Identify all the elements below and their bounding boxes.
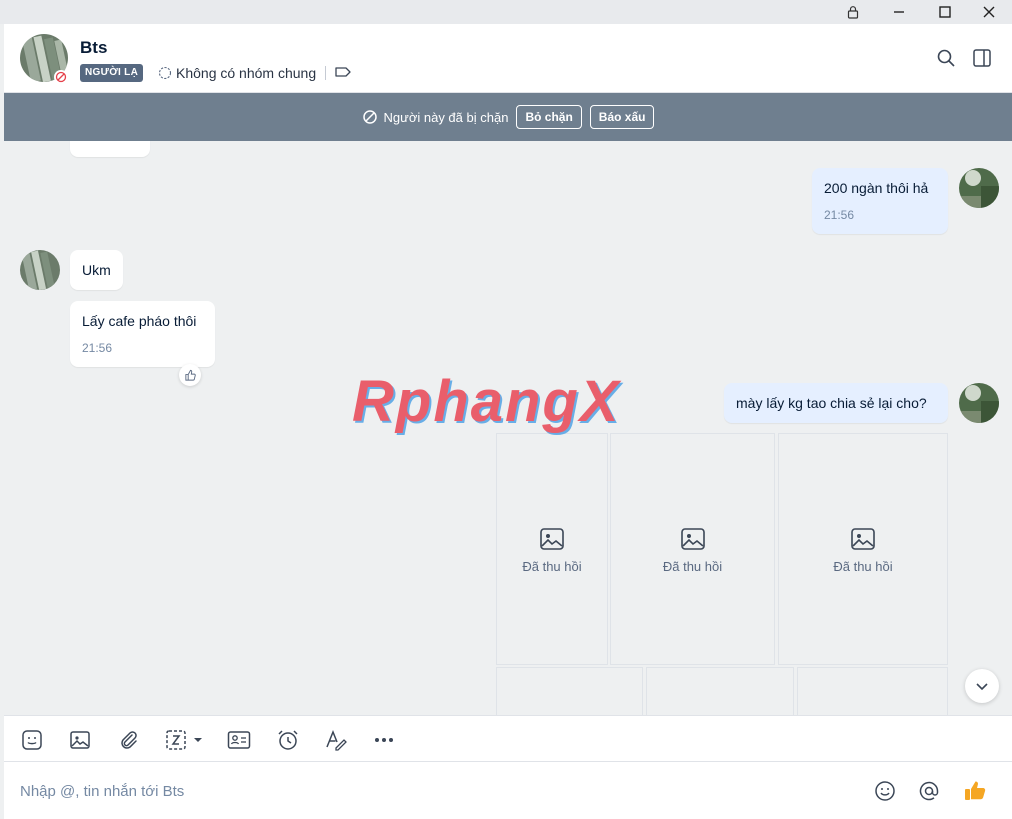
recalled-label: Đã thu hồi — [522, 558, 582, 574]
group-circle-icon — [158, 66, 172, 80]
message-text: 200 ngàn thôi hả — [824, 180, 929, 196]
report-button[interactable]: Báo xấu — [589, 105, 655, 129]
window-titlebar — [0, 0, 1012, 24]
stranger-badge: NGƯỜI LẠ — [80, 64, 144, 82]
common-groups-label: Không có nhóm chung — [176, 65, 317, 81]
text-format-icon[interactable] — [323, 727, 349, 753]
message-bubble-outgoing[interactable]: 200 ngàn thôi hả 21:56 — [812, 168, 948, 234]
chevron-down-icon — [976, 683, 988, 691]
recalled-label: Đã thu hồi — [833, 558, 893, 574]
image-icon — [540, 527, 564, 550]
maximize-icon[interactable] — [922, 0, 968, 24]
recalled-image[interactable] — [496, 667, 643, 715]
message-bubble-partial[interactable] — [70, 141, 150, 157]
composer-toolbar — [4, 715, 1012, 762]
blocked-status-icon — [54, 70, 68, 84]
conversation-header: Bts NGƯỜI LẠ Không có nhóm chung — [4, 24, 1012, 93]
blocked-notice: Người này đã bị chặn — [362, 109, 509, 125]
message-bubble-incoming[interactable]: Ukm — [70, 250, 123, 290]
sticker-icon[interactable] — [19, 727, 45, 753]
close-icon[interactable] — [966, 0, 1012, 24]
reminder-icon[interactable] — [275, 727, 301, 753]
message-bubble-outgoing[interactable]: mày lấy kg tao chia sẻ lại cho? — [724, 383, 948, 423]
like-icon — [184, 369, 196, 381]
message-time: 21:56 — [824, 208, 855, 222]
watermark-logo: RphangX — [352, 369, 621, 434]
header-divider — [325, 66, 326, 80]
my-avatar[interactable] — [959, 383, 999, 423]
search-icon[interactable] — [934, 46, 958, 70]
message-time: 21:56 — [82, 341, 113, 355]
contact-card-icon[interactable] — [226, 727, 252, 753]
message-composer — [4, 762, 1012, 819]
contact-avatar-small[interactable] — [20, 250, 60, 290]
thumbs-up-icon[interactable] — [962, 778, 988, 804]
contact-name[interactable]: Bts — [80, 38, 107, 58]
image-icon — [851, 527, 875, 550]
image-icon — [680, 527, 705, 550]
message-text: Ukm — [82, 262, 111, 278]
blocked-notice-text: Người này đã bị chặn — [383, 109, 509, 125]
recalled-image[interactable]: Đã thu hồi — [778, 433, 948, 665]
message-text: mày lấy kg tao chia sẻ lại cho? — [736, 395, 927, 411]
recalled-image[interactable]: Đã thu hồi — [496, 433, 608, 665]
recalled-image[interactable] — [797, 667, 948, 715]
image-icon[interactable] — [67, 727, 93, 753]
mention-icon[interactable] — [916, 778, 942, 804]
blocked-notice-bar: Người này đã bị chặn Bỏ chặn Báo xấu — [4, 93, 1012, 141]
more-icon[interactable] — [371, 727, 397, 753]
screenshot-icon[interactable] — [163, 727, 207, 753]
attachment-icon[interactable] — [115, 727, 141, 753]
message-input[interactable] — [20, 780, 820, 802]
minimize-icon[interactable] — [876, 0, 922, 24]
recalled-image[interactable] — [646, 667, 794, 715]
reaction-like-button[interactable] — [179, 364, 201, 386]
recalled-image[interactable]: Đã thu hồi — [610, 433, 775, 665]
block-icon — [362, 110, 377, 124]
recalled-label: Đã thu hồi — [662, 558, 723, 574]
scroll-to-bottom-button[interactable] — [965, 669, 999, 703]
sidebar-toggle-icon[interactable] — [970, 46, 994, 70]
message-text: Lấy cafe pháo thôi — [82, 313, 197, 329]
label-tag-icon[interactable] — [334, 65, 352, 84]
emoji-icon[interactable] — [872, 778, 898, 804]
message-bubble-incoming[interactable]: Lấy cafe pháo thôi 21:56 — [70, 301, 215, 367]
common-groups-info[interactable]: Không có nhóm chung — [158, 64, 316, 82]
lock-icon[interactable] — [830, 0, 876, 24]
my-avatar[interactable] — [959, 168, 999, 208]
unblock-button[interactable]: Bỏ chặn — [516, 105, 582, 129]
